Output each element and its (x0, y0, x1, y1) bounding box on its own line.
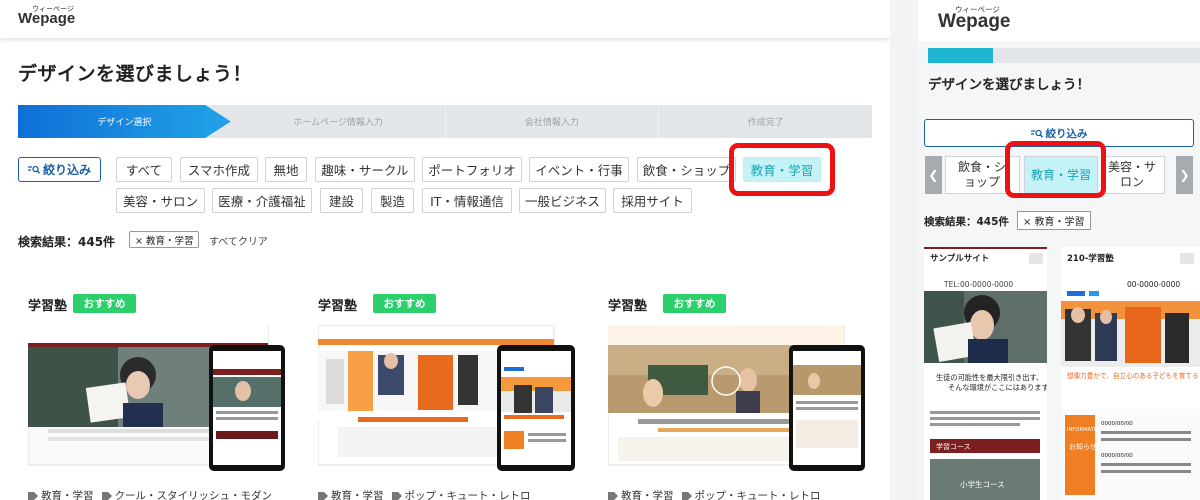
thumb-site-name: サンプルサイト (930, 253, 989, 264)
header: Wepage ウィーページ (0, 0, 890, 38)
thumb-banner: 想像力豊かで、自立心のある子どもを育てる (1067, 371, 1199, 380)
logo[interactable]: Wepage ウィーページ (18, 6, 75, 27)
filter-search-icon (27, 165, 40, 174)
desktop-view: Wepage ウィーページ デザインを選びましょう！ デザイン選択 ホームページ… (0, 0, 890, 500)
card-tags: 教育・学習 ポップ・キュート・レトロ (318, 488, 531, 500)
mobile-header: Wepage ウィーページ (918, 0, 1200, 41)
tag-icon (391, 491, 402, 500)
step-progress: デザイン選択 ホームページ情報入力 会社情報入力 作成完了 (18, 105, 872, 138)
thumb-date: 0000/00/00 (1101, 453, 1133, 459)
chevron-left-icon: ❮ (928, 168, 939, 182)
category-smartphone[interactable]: スマホ作成 (180, 157, 258, 182)
step-complete: 作成完了 (658, 105, 872, 138)
logo-kana: ウィーページ (32, 6, 74, 13)
card-title[interactable]: 学習塾 (318, 295, 357, 314)
tag-icon (28, 491, 38, 500)
tag-icon (681, 491, 692, 500)
category-beauty-salon[interactable]: 美容・サロン (1102, 156, 1165, 194)
tag-icon (608, 491, 618, 500)
chevron-right-icon: ❯ (1179, 168, 1190, 182)
thumb-tel: TEL:00-0000-0000 (943, 280, 1013, 289)
category-general-business[interactable]: 一般ビジネス (519, 188, 606, 213)
thumb-headline: 生徒の可能性を最大限引き出す、 そんな環境がここにはあります (936, 373, 1047, 392)
result-count: 検索結果：445件 (924, 216, 1009, 228)
logo-kana: ウィーページ (955, 5, 1000, 14)
category-medical-care[interactable]: 医療・介護福祉 (212, 188, 312, 213)
template-thumbnail[interactable] (318, 325, 575, 473)
template-thumbnail[interactable]: 210-学習塾 00-0000-0000 想像力豊かで、自立心のある子どもを育て… (1061, 247, 1200, 500)
thumb-site-name: 210-学習塾 (1067, 253, 1114, 264)
highlight-box (1005, 141, 1106, 198)
step-company-info: 会社情報入力 (444, 105, 659, 138)
thumb-course: 小学生コース (960, 479, 1005, 489)
card-title[interactable]: 学習塾 (608, 295, 647, 314)
card-tags: 教育・学習 ポップ・キュート・レトロ (608, 488, 821, 500)
template-thumbnail[interactable] (608, 325, 865, 473)
logo[interactable]: Wepage ウィーページ (938, 5, 1011, 33)
progress-fill (928, 48, 994, 63)
filter-button[interactable]: 絞り込み (18, 157, 101, 182)
card-tags: 教育・学習 クール・スタイリッシュ・モダン (28, 488, 272, 500)
card-title[interactable]: 学習塾 (28, 295, 67, 314)
category-event[interactable]: イベント・行事 (529, 157, 629, 182)
thumb-section: 学習コース (936, 442, 971, 451)
category-recruit[interactable]: 採用サイト (613, 188, 692, 213)
page-title: デザインを選びましょう！ (18, 63, 253, 85)
template-thumbnail[interactable] (28, 325, 285, 473)
scroll-right-button[interactable]: ❯ (1176, 156, 1193, 194)
tag-icon (318, 491, 328, 500)
template-thumbnail[interactable]: サンプルサイト TEL:00-0000-0000 生徒の可能性を最大限引き出す、… (924, 247, 1047, 500)
category-food-shop[interactable]: 飲食・ショップ (637, 157, 736, 182)
active-filter-chip[interactable]: × 教育・学習 (1017, 211, 1091, 230)
filter-search-icon (1030, 129, 1043, 138)
scroll-left-button[interactable]: ❮ (925, 156, 942, 194)
category-hobby-circle[interactable]: 趣味・サークル (315, 157, 415, 182)
thumb-info: INFORMATION (1067, 427, 1103, 433)
step-design-select: デザイン選択 (18, 105, 231, 138)
highlight-box (729, 143, 835, 196)
recommended-badge: おすすめ (73, 294, 136, 313)
clear-all-link[interactable]: すべてクリア (209, 233, 268, 248)
active-filter-chip[interactable]: × 教育・学習 (129, 231, 200, 248)
recommended-badge: おすすめ (663, 294, 726, 313)
thumb-date: 0000/00/00 (1101, 421, 1133, 427)
category-manufacturing[interactable]: 製造 (371, 188, 414, 213)
recommended-badge: おすすめ (373, 294, 436, 313)
thumb-tel: 00-0000-0000 (1127, 280, 1180, 289)
category-construction[interactable]: 建設 (320, 188, 363, 213)
progress-bar (928, 48, 1200, 63)
mobile-view: Wepage ウィーページ デザインを選びましょう！ 絞り込み ❮ 飲食・ショッ… (918, 0, 1200, 500)
tag-icon (101, 491, 112, 500)
thumb-news: お知らせ (1069, 442, 1097, 451)
category-beauty-salon[interactable]: 美容・サロン (116, 188, 205, 213)
category-portfolio[interactable]: ポートフォリオ (422, 157, 522, 182)
result-count: 検索結果：445件 (18, 235, 116, 249)
page-title: デザインを選びましょう！ (928, 77, 1090, 93)
category-plain[interactable]: 無地 (265, 157, 307, 182)
category-it[interactable]: IT・情報通信 (422, 188, 512, 213)
step-homepage-info: ホームページ情報入力 (204, 105, 445, 138)
category-all[interactable]: すべて (116, 157, 172, 182)
